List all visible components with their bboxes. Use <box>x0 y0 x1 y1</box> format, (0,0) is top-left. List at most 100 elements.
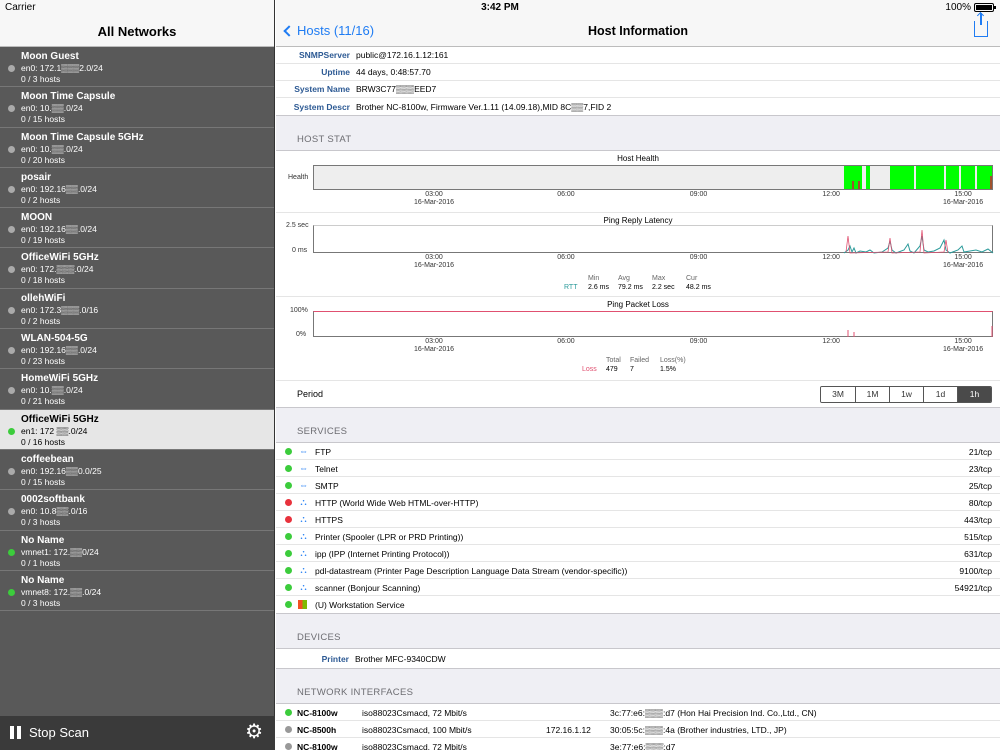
status-dot <box>285 726 292 733</box>
network-host-count: 0 / 3 hosts <box>21 597 61 608</box>
network-item[interactable]: OfficeWiFi 5GHz en1: 172 ▒▒.0/24 0 / 16 ho… <box>0 409 274 450</box>
stop-scan-label: Stop Scan <box>29 725 89 740</box>
network-item[interactable]: OfficeWiFi 5GHz en0: 172.▒▒▒.0/24 0 / 18 h… <box>0 248 274 289</box>
service-row[interactable]: ⇔ Telnet 23/tcp <box>276 460 1000 477</box>
service-row[interactable]: ⛬ HTTP (World Wide Web HTML-over-HTTP) 80/… <box>276 494 1000 511</box>
service-row[interactable]: (U) Workstation Service <box>276 596 1000 613</box>
status-dot <box>285 584 292 591</box>
x-tick-label: 15:00 16-Mar-2016 <box>933 254 993 270</box>
service-row[interactable]: ⇔ SMTP 25/tcp <box>276 477 1000 494</box>
loss-series <box>847 326 993 337</box>
health-fail-mark <box>852 181 854 189</box>
network-item[interactable]: coffeebean en0: 192.16▒▒0.0/25 0 / 15 host… <box>0 450 274 491</box>
battery-percent: 100% <box>945 2 971 13</box>
network-host-count: 0 / 19 hosts <box>21 235 65 246</box>
stop-scan-button[interactable]: Stop Scan <box>10 725 89 740</box>
info-value: Brother NC-8100w, Firmware Ver.1.11 (14.… <box>356 101 612 112</box>
network-item[interactable]: Moon Time Capsule 5GHz en0: 10.▒▒.0/24 0 /… <box>0 128 274 168</box>
status-dot <box>8 548 15 556</box>
network-item[interactable]: HomeWiFi 5GHz en0: 10.▒▒.0/24 0 / 21 hosts <box>0 369 274 410</box>
status-dot <box>8 185 15 193</box>
network-icon: ⛬ <box>300 531 307 541</box>
network-item[interactable]: posair en0: 192.16▒▒.0/24 0 / 2 hosts <box>0 168 274 209</box>
network-name: OfficeWiFi 5GHz <box>21 252 99 264</box>
x-tick-time: 06:00 <box>557 338 575 345</box>
service-name: Printer (Spooler (LPR or PRD Printing)) <box>315 532 464 542</box>
network-item[interactable]: No Name vmnet1: 172.▒▒0/24 0 / 1 hosts <box>0 531 274 571</box>
status-dot <box>8 226 15 234</box>
interface-row[interactable]: NC-8100w iso88023Csmacd, 72 Mbit/s 3e:77:e… <box>276 738 1000 750</box>
network-name: No Name <box>21 574 65 586</box>
latency-stats: Min Avg Max Cur RTT 2.6 ms 79.2 ms 2.2 sec 48.2 … <box>564 275 720 291</box>
network-icon: ⛬ <box>300 548 307 558</box>
stats-spacer <box>564 275 588 282</box>
info-key: SNMPServer <box>298 50 350 60</box>
stats-header: Avg <box>618 275 630 282</box>
interface-row[interactable]: NC-8100w iso88023Csmacd, 72 Mbit/s 3c:77:e… <box>276 704 1000 721</box>
service-port: 443/tcp <box>964 515 992 525</box>
interface-mac: 30:05:5c:▒▒▒:4a (Brother industries, LTD… <box>610 725 787 735</box>
network-item[interactable]: No Name vmnet8: 172.▒▒.0/24 0 / 3 hosts <box>0 571 274 612</box>
service-row[interactable]: ⛬ Printer (Spooler (LPR or PRD Printing))… <box>276 528 1000 545</box>
status-dot <box>285 601 292 608</box>
service-name: HTTPS <box>315 515 343 525</box>
service-row[interactable]: ⛬ HTTPS 443/tcp <box>276 511 1000 528</box>
pause-icon <box>10 726 21 739</box>
stats-value: 1.5% <box>660 366 676 373</box>
stats-value: 2.2 sec <box>652 284 675 291</box>
period-option-1d[interactable]: 1d <box>923 387 957 402</box>
stats-header: Cur <box>686 275 698 282</box>
period-option-1h[interactable]: 1h <box>957 387 991 402</box>
network-item[interactable]: ollehWiFi en0: 172.3▒▒▒.0/16 0 / 2 hosts <box>0 289 274 330</box>
network-item[interactable]: Moon Time Capsule en0: 10.▒▒.0/24 0 / 15 h… <box>0 87 274 128</box>
x-tick-date: 16-Mar-2016 <box>413 199 455 206</box>
interface-mac: 3e:77:e6:▒▒▒:d7 <box>610 742 676 750</box>
latency-series <box>843 229 994 254</box>
health-fail-mark <box>990 176 992 189</box>
stats-spacer <box>582 357 606 364</box>
x-tick-date: 16-Mar-2016 <box>943 262 984 269</box>
info-row: System Name BRW3C77▒▒▒EED7 <box>276 81 1000 98</box>
service-row[interactable]: ⛬ pdl-datastream (Printer Page Descriptio… <box>276 562 1000 579</box>
network-subnet: en0: 192.16▒▒0.0/25 <box>21 465 102 476</box>
network-subnet: en0: 10.▒▒.0/24 <box>21 103 83 114</box>
period-option-1M[interactable]: 1M <box>855 387 889 402</box>
interface-type: iso88023Csmacd, 100 Mbit/s <box>362 725 472 735</box>
service-port: 54921/tcp <box>954 583 992 593</box>
x-tick-label: 03:00 16-Mar-2016 <box>404 191 464 207</box>
network-host-count: 0 / 15 hosts <box>21 114 65 125</box>
device-row: Printer Brother MFC-9340CDW <box>276 649 1000 668</box>
service-row[interactable]: ⛬ scanner (Bonjour Scanning) 54921/tcp <box>276 579 1000 596</box>
info-key: Uptime <box>321 67 350 77</box>
network-item[interactable]: 0002softbank en0: 10.8▒▒.0/16 0 / 3 hosts <box>0 490 274 531</box>
service-port: 23/tcp <box>968 464 992 474</box>
network-icon: ⛬ <box>300 565 307 575</box>
interfaces-list: NC-8100w iso88023Csmacd, 72 Mbit/s 3c:77:e… <box>276 703 1000 750</box>
status-dot <box>8 427 15 435</box>
interface-row[interactable]: NC-8500h iso88023Csmacd, 100 Mbit/s 172.16… <box>276 721 1000 738</box>
stats-value: 7 <box>630 366 634 373</box>
network-item[interactable]: Moon Guest en0: 172.1▒▒▒2.0/24 0 / 3 hosts <box>0 47 274 88</box>
gear-icon[interactable]: ⚙ <box>245 722 263 742</box>
health-ok-band <box>844 166 992 189</box>
network-subnet: en1: 172 ▒▒.0/24 <box>21 425 88 436</box>
latency-y-bottom: 0 ms <box>292 247 308 254</box>
service-row[interactable]: ⇔ FTP 21/tcp <box>276 443 1000 460</box>
network-item[interactable]: MOON en0: 192.16▒▒.0/24 0 / 19 hosts <box>0 208 274 249</box>
period-option-3M[interactable]: 3M <box>821 387 855 402</box>
network-subnet: en0: 172.1▒▒▒2.0/24 <box>21 63 103 73</box>
network-name: No Name <box>21 534 65 546</box>
network-host-count: 0 / 21 hosts <box>21 396 65 407</box>
health-gap <box>870 166 890 189</box>
host-detail-panel: Hosts (11/16) Host Information SNMPServe… <box>276 0 1000 750</box>
service-row[interactable]: ⛬ ipp (IPP (Internet Printing Protocol)) 6… <box>276 545 1000 562</box>
status-dot <box>8 266 15 274</box>
share-icon[interactable] <box>974 13 988 37</box>
period-option-1w[interactable]: 1w <box>889 387 923 402</box>
status-dot <box>8 145 15 153</box>
network-list: Moon Guest en0: 172.1▒▒▒2.0/24 0 / 3 hosts… <box>0 47 274 612</box>
clock: 3:42 PM <box>481 2 519 13</box>
network-item[interactable]: WLAN-504-5G en0: 192.16▒▒.0/24 0 / 23 host… <box>0 329 274 370</box>
health-fail-mark <box>858 181 860 189</box>
stats-header: Min <box>588 275 600 282</box>
